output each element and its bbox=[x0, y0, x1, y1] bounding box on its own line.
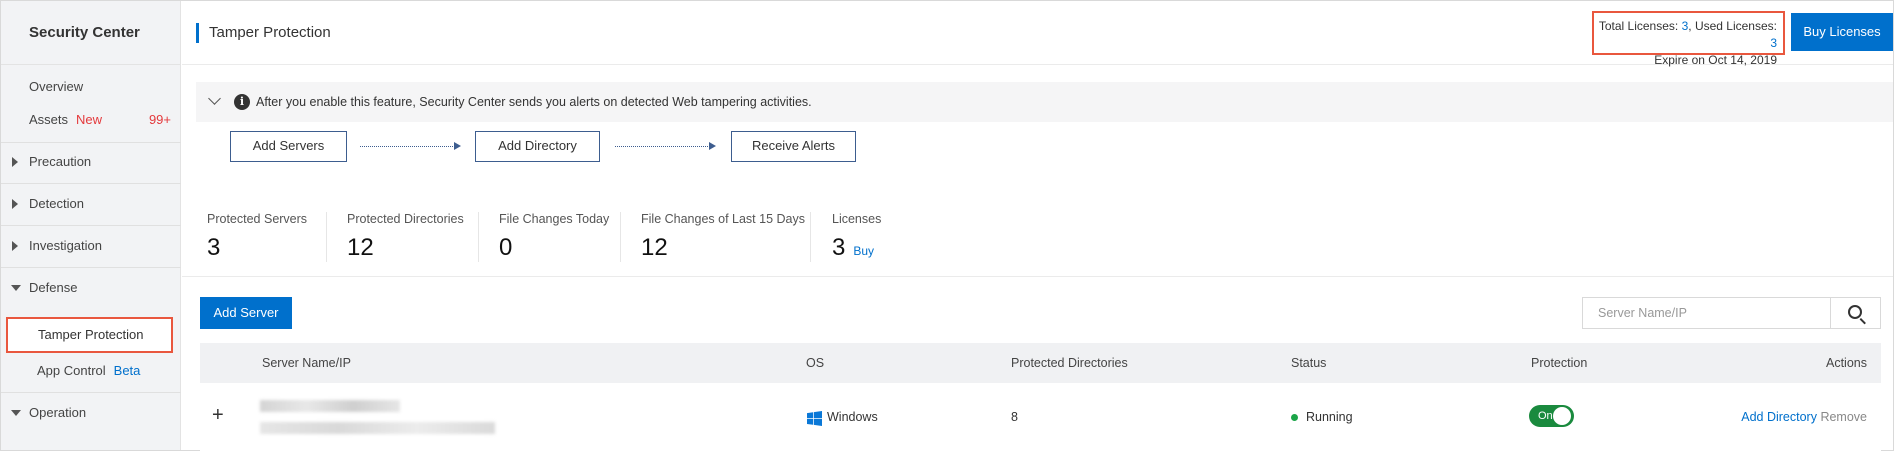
caret-right-icon bbox=[12, 157, 18, 167]
stat-file-changes-today: File Changes Today 0 bbox=[499, 212, 609, 262]
total-licenses-label: Total Licenses: bbox=[1598, 19, 1679, 33]
caret-right-icon bbox=[12, 199, 18, 209]
stat-value: 0 bbox=[499, 234, 513, 261]
os-value: Windows bbox=[827, 410, 878, 424]
add-directory-link[interactable]: Add Directory bbox=[1741, 410, 1817, 424]
buy-licenses-button[interactable]: Buy Licenses bbox=[1791, 13, 1893, 51]
sidebar-item-label: Investigation bbox=[29, 238, 102, 253]
stat-protected-servers: Protected Servers 3 bbox=[207, 212, 307, 262]
beta-badge: Beta bbox=[113, 363, 141, 378]
stat-divider bbox=[478, 212, 479, 262]
caret-down-icon bbox=[11, 410, 21, 416]
sidebar: Security Center Overview Assets New 99+ P… bbox=[1, 1, 181, 450]
sidebar-item-defense[interactable]: Defense bbox=[1, 268, 181, 308]
sidebar-item-assets[interactable]: Assets New 99+ bbox=[1, 100, 181, 140]
stat-value: 12 bbox=[347, 234, 374, 261]
page-header: Tamper Protection Total Licenses: 3 , Use… bbox=[182, 1, 1893, 67]
table-header: Server Name/IP OS Protected Directories … bbox=[200, 343, 1881, 383]
stat-label: File Changes Today bbox=[499, 212, 610, 226]
caret-down-icon bbox=[11, 285, 21, 291]
add-server-button[interactable]: Add Server bbox=[200, 297, 292, 329]
protection-toggle[interactable]: On bbox=[1529, 405, 1574, 427]
license-summary: Total Licenses: 3, Used Licenses: 3 Expi… bbox=[1592, 11, 1785, 67]
column-header-protected-directories: Protected Directories bbox=[1011, 356, 1128, 370]
stat-label: Licenses bbox=[832, 212, 882, 226]
windows-icon bbox=[807, 411, 822, 426]
stat-value: 3 Buy bbox=[832, 234, 881, 262]
sidebar-item-label: Tamper Protection bbox=[38, 327, 144, 342]
stat-licenses: Licenses 3 Buy bbox=[832, 212, 881, 262]
section-divider bbox=[182, 276, 1893, 277]
sidebar-item-label: Precaution bbox=[29, 154, 92, 169]
column-header-status: Status bbox=[1291, 356, 1327, 370]
arrow-right-icon bbox=[709, 142, 716, 150]
status-running-dot bbox=[1291, 414, 1298, 421]
status-value: Running bbox=[1306, 410, 1353, 424]
search-button[interactable] bbox=[1830, 297, 1881, 329]
used-licenses-label: , Used Licenses: bbox=[1688, 19, 1777, 33]
sidebar-item-label: Assets bbox=[29, 112, 69, 127]
toggle-label: On bbox=[1538, 410, 1553, 422]
sidebar-title: Security Center bbox=[1, 1, 180, 65]
info-banner: i After you enable this feature, Securit… bbox=[196, 82, 1893, 122]
stat-value: 12 bbox=[641, 234, 668, 261]
toggle-knob bbox=[1553, 407, 1571, 425]
sidebar-item-label: Overview bbox=[29, 79, 84, 94]
search-icon-handle bbox=[1859, 318, 1866, 325]
table-row: + Windows 8 Running On Add Directory Rem… bbox=[200, 383, 1881, 451]
license-expiry: Expire on Oct 14, 2019 bbox=[1654, 53, 1777, 67]
search-icon bbox=[1848, 305, 1862, 319]
stat-divider bbox=[620, 212, 621, 262]
row-actions: Add Directory Remove bbox=[1741, 383, 1867, 451]
stat-value: 3 bbox=[207, 234, 221, 261]
column-header-server: Server Name/IP bbox=[262, 356, 351, 370]
stat-label: Protected Directories bbox=[347, 212, 464, 226]
sidebar-item-label: App Control bbox=[37, 363, 106, 378]
page-title: Tamper Protection bbox=[196, 23, 331, 43]
info-text: After you enable this feature, Security … bbox=[256, 95, 812, 109]
license-counts: Total Licenses: 3, Used Licenses: 3 bbox=[1594, 18, 1777, 52]
stat-file-changes-15-days: File Changes of Last 15 Days 12 bbox=[641, 212, 805, 262]
sidebar-item-label: Operation bbox=[29, 405, 87, 420]
used-licenses-value: 3 bbox=[1770, 36, 1777, 50]
expand-icon[interactable]: + bbox=[212, 405, 224, 425]
step-receive-alerts: Receive Alerts bbox=[731, 131, 856, 162]
server-name-redacted bbox=[260, 400, 400, 412]
stat-label: Protected Servers bbox=[207, 212, 308, 226]
step-connector bbox=[360, 146, 455, 147]
caret-right-icon bbox=[12, 241, 18, 251]
sidebar-item-investigation[interactable]: Investigation bbox=[1, 226, 181, 266]
stat-label: File Changes of Last 15 Days bbox=[641, 212, 805, 226]
sidebar-item-app-control[interactable]: App Control Beta bbox=[1, 351, 181, 391]
stat-divider bbox=[810, 212, 811, 262]
sidebar-item-label: Defense bbox=[29, 280, 78, 295]
sidebar-item-tamper-protection[interactable]: Tamper Protection bbox=[6, 317, 173, 353]
licenses-value: 3 bbox=[832, 234, 846, 261]
remove-link[interactable]: Remove bbox=[1820, 410, 1867, 424]
stat-protected-directories: Protected Directories 12 bbox=[347, 212, 464, 262]
sidebar-item-precaution[interactable]: Precaution bbox=[1, 142, 181, 182]
info-icon: i bbox=[234, 94, 250, 110]
server-ip-redacted bbox=[260, 422, 495, 434]
sidebar-item-detection[interactable]: Detection bbox=[1, 184, 181, 224]
stat-divider bbox=[326, 212, 327, 262]
step-add-servers: Add Servers bbox=[230, 131, 347, 162]
protected-directories-value: 8 bbox=[1011, 410, 1018, 424]
sidebar-item-label: Detection bbox=[29, 196, 84, 211]
chevron-down-icon[interactable] bbox=[208, 92, 221, 105]
column-header-protection: Protection bbox=[1531, 356, 1588, 370]
column-header-os: OS bbox=[806, 356, 825, 370]
assets-count-badge: 99+ bbox=[148, 112, 171, 127]
column-header-actions: Actions bbox=[1826, 356, 1867, 370]
step-connector bbox=[615, 146, 710, 147]
step-add-directory: Add Directory bbox=[475, 131, 600, 162]
new-badge: New bbox=[76, 112, 103, 127]
sidebar-item-operation[interactable]: Operation bbox=[1, 393, 181, 433]
arrow-right-icon bbox=[454, 142, 461, 150]
search-input[interactable] bbox=[1582, 297, 1831, 329]
buy-link[interactable]: Buy bbox=[853, 244, 874, 258]
